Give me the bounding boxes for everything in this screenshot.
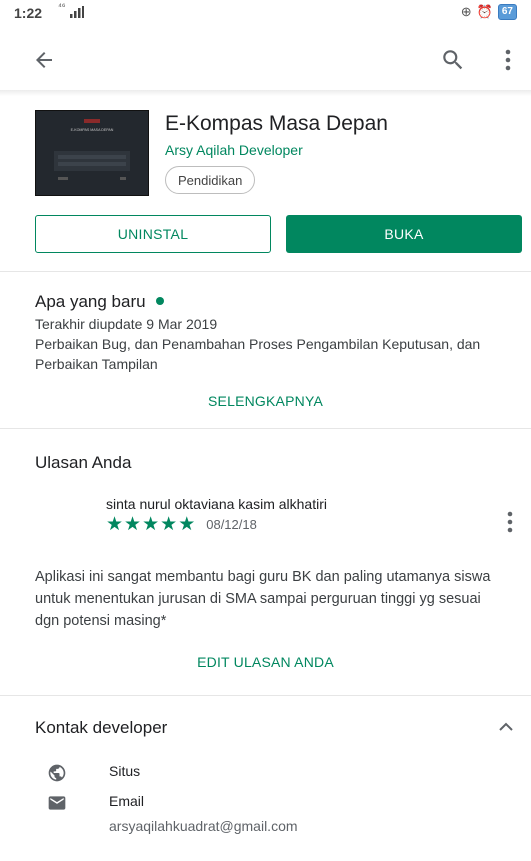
release-notes: Perbaikan Bug, dan Penambahan Proses Pen…	[35, 336, 481, 372]
edit-review-button[interactable]: EDIT ULASAN ANDA	[0, 654, 531, 670]
network-type: ⁴⁶	[58, 1, 66, 11]
avatar	[35, 496, 91, 552]
status-bar: 1:22 ⁴⁶ ⊕ ⏰ 67	[0, 0, 531, 26]
review-text: Aplikasi ini sangat membantu bagi guru B…	[35, 569, 491, 629]
lock-rotation-icon: ⊕	[460, 4, 472, 19]
category-chip[interactable]: Pendidikan	[165, 166, 256, 194]
star-icon: ★	[142, 514, 160, 535]
email-row[interactable]: Email	[47, 793, 144, 813]
app-screenshot-thumbnail[interactable]: E-KOMPAS MASA DEPAN	[35, 110, 149, 196]
new-indicator-dot	[155, 296, 164, 305]
search-button[interactable]	[436, 43, 470, 77]
email-icon	[47, 793, 67, 813]
read-more-button[interactable]: SELENGKAPNYA	[0, 393, 531, 409]
review-options-button[interactable]	[500, 508, 520, 536]
battery-icon: 67	[497, 4, 517, 20]
app-bar-shadow	[0, 90, 531, 96]
collapse-button[interactable]	[494, 717, 518, 735]
star-icon: ★	[178, 514, 196, 535]
star-icon: ★	[106, 514, 124, 535]
app-title: E-Kompas Masa Depan	[165, 112, 388, 135]
more-vert-icon	[507, 511, 513, 533]
website-label: Situs	[109, 763, 141, 779]
whats-new-title[interactable]: Apa yang baru	[35, 292, 164, 312]
alarm-icon: ⏰	[476, 4, 493, 19]
divider	[0, 428, 531, 429]
more-options-button[interactable]	[498, 44, 518, 76]
open-button[interactable]: BUKA	[286, 215, 522, 253]
reviewer-name: sinta nurul oktaviana kasim alkhatiri	[106, 496, 327, 512]
back-button[interactable]	[28, 44, 60, 76]
star-icon: ★	[124, 514, 142, 535]
whats-new-title-text: Apa yang baru	[35, 292, 146, 311]
review-date: 08/12/18	[206, 517, 257, 532]
website-row[interactable]: Situs	[47, 763, 140, 783]
developer-link[interactable]: Arsy Aqilah Developer	[165, 142, 303, 158]
status-time: 1:22	[14, 5, 43, 21]
divider	[0, 695, 531, 696]
status-icons: ⊕ ⏰ 67	[461, 4, 517, 20]
uninstall-button[interactable]: UNINSTAL	[35, 215, 271, 253]
app-preview-title: E-KOMPAS MASA DEPAN	[71, 128, 114, 132]
search-icon	[443, 50, 463, 70]
globe-icon	[47, 763, 67, 783]
star-icon: ★	[160, 514, 178, 535]
your-review-title: Ulasan Anda	[35, 453, 132, 472]
star-rating: ★ ★ ★ ★ ★ 08/12/18	[106, 515, 257, 534]
chevron-up-icon	[499, 722, 513, 731]
app-header: E-KOMPAS MASA DEPAN E-Kompas Masa Depan …	[35, 110, 515, 200]
app-bar	[0, 26, 531, 90]
last-updated: Terakhir diupdate 9 Mar 2019	[35, 316, 218, 332]
email-label: Email	[109, 793, 145, 809]
email-address[interactable]: arsyaqilahkuadrat@gmail.com	[109, 818, 298, 834]
developer-contact-title[interactable]: Kontak developer	[35, 718, 167, 738]
signal-icon	[70, 6, 84, 18]
arrow-back-icon	[36, 52, 52, 68]
app-preview-image: E-KOMPAS MASA DEPAN	[36, 111, 148, 195]
divider	[0, 271, 531, 272]
more-vert-icon	[505, 49, 511, 71]
